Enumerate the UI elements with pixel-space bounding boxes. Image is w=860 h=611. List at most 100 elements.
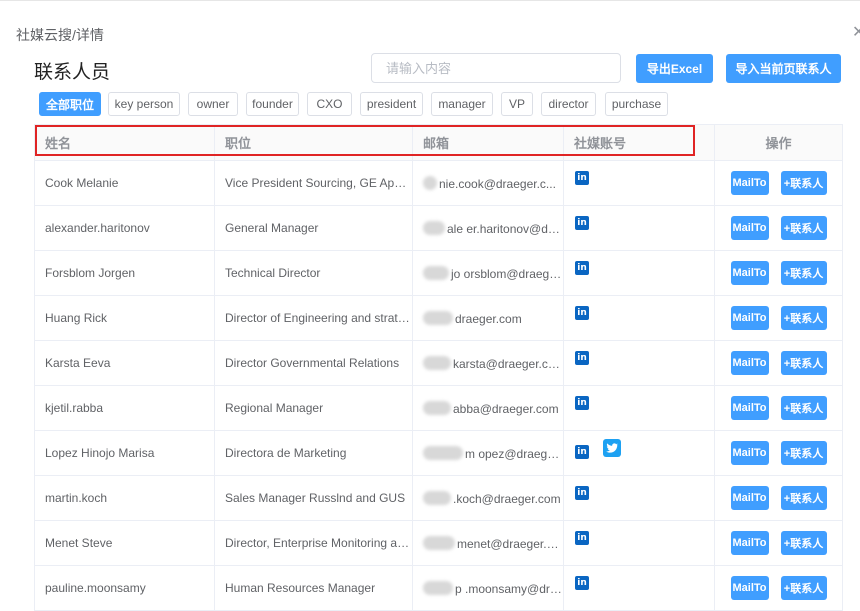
header-name: 姓名 (34, 124, 215, 161)
filter-all-positions[interactable]: 全部职位 (39, 92, 101, 116)
add-contact-button[interactable]: +联系人 (780, 441, 827, 465)
redacted-blur (423, 175, 437, 190)
cell-actions: MailTo +联系人 (714, 565, 843, 611)
add-contact-button[interactable]: +联系人 (780, 306, 827, 330)
table-row: Menet Steve Director, Enterprise Monitori… (34, 520, 843, 566)
mailto-button[interactable]: MailTo (730, 261, 769, 285)
mailto-button[interactable]: MailTo (730, 441, 769, 465)
cell-social: in (563, 160, 715, 206)
filter-cxo[interactable]: CXO (307, 92, 352, 116)
email-text: abba@draeger.com (453, 401, 559, 416)
cell-social: in (563, 430, 715, 476)
cell-name: Huang Rick (34, 295, 215, 341)
filter-owner[interactable]: owner (188, 92, 238, 116)
linkedin-icon[interactable]: in (575, 351, 589, 365)
close-icon[interactable]: ✕ (852, 22, 860, 42)
cell-position: Human Resources Manager (214, 565, 413, 611)
cell-name: Lopez Hinojo Marisa (34, 430, 215, 476)
linkedin-icon[interactable]: in (575, 531, 589, 545)
add-contact-button[interactable]: +联系人 (780, 396, 827, 420)
top-divider (0, 0, 860, 5)
table-row: Karsta Eeva Director Governmental Relatio… (34, 340, 843, 386)
mailto-button[interactable]: MailTo (730, 306, 769, 330)
cell-email: draeger.com (412, 295, 564, 341)
cell-position: Technical Director (214, 250, 413, 296)
filter-president[interactable]: president (360, 92, 423, 116)
table-row: pauline.moonsamy Human Resources Manager p… (34, 565, 843, 611)
redacted-blur (423, 310, 453, 325)
cell-actions: MailTo +联系人 (714, 520, 843, 566)
cell-position: Director Governmental Relations (214, 340, 413, 386)
row-actions: MailTo +联系人 (716, 441, 842, 465)
cell-position: Director of Engineering and strateg... (214, 295, 413, 341)
filter-purchase[interactable]: purchase (605, 92, 668, 116)
redacted-blur (423, 490, 451, 505)
cell-email: nie.cook@draeger.c... (412, 160, 564, 206)
mailto-button[interactable]: MailTo (730, 216, 769, 240)
add-contact-button[interactable]: +联系人 (780, 261, 827, 285)
filter-director[interactable]: director (541, 92, 596, 116)
search-input[interactable] (371, 53, 621, 83)
cell-position: Directora de Marketing (214, 430, 413, 476)
linkedin-icon[interactable]: in (575, 445, 589, 459)
page-title: 联系人员 (34, 62, 111, 83)
add-contact-button[interactable]: +联系人 (780, 486, 827, 510)
email-text: menet@draeger.com (457, 536, 564, 551)
header-actions: 操作 (714, 124, 843, 161)
cell-email: karsta@draeger.com (412, 340, 564, 386)
cell-position: Sales Manager Russlnd and GUS (214, 475, 413, 521)
cell-email: .koch@draeger.com (412, 475, 564, 521)
cell-actions: MailTo +联系人 (714, 295, 843, 341)
mailto-button[interactable]: MailTo (730, 351, 769, 375)
filter-key-person[interactable]: key person (108, 92, 180, 116)
row-actions: MailTo +联系人 (716, 351, 842, 375)
table-row: Forsblom Jorgen Technical Director jo orsb… (34, 250, 843, 296)
filter-founder[interactable]: founder (246, 92, 299, 116)
filter-vp[interactable]: VP (501, 92, 533, 116)
linkedin-icon[interactable]: in (575, 171, 589, 185)
linkedin-icon[interactable]: in (575, 396, 589, 410)
row-actions: MailTo +联系人 (716, 216, 842, 240)
add-contact-button[interactable]: +联系人 (780, 216, 827, 240)
linkedin-icon[interactable]: in (575, 576, 589, 590)
mailto-button[interactable]: MailTo (730, 396, 769, 420)
redacted-blur (423, 445, 463, 460)
filter-manager[interactable]: manager (431, 92, 493, 116)
cell-name: Cook Melanie (34, 160, 215, 206)
cell-actions: MailTo +联系人 (714, 340, 843, 386)
mailto-button[interactable]: MailTo (730, 171, 769, 195)
row-actions: MailTo +联系人 (716, 171, 842, 195)
cell-social: in (563, 340, 715, 386)
redacted-blur (423, 220, 445, 235)
add-contact-button[interactable]: +联系人 (780, 171, 827, 195)
import-contacts-button[interactable]: 导入当前页联系人 (726, 54, 841, 83)
redacted-blur (423, 580, 453, 595)
cell-social: in (563, 295, 715, 341)
twitter-icon[interactable] (603, 439, 621, 457)
cell-position: Director, Enterprise Monitoring and... (214, 520, 413, 566)
add-contact-button[interactable]: +联系人 (780, 351, 827, 375)
cell-actions: MailTo +联系人 (714, 250, 843, 296)
header-email: 邮箱 (412, 124, 564, 161)
mailto-button[interactable]: MailTo (730, 486, 769, 510)
header-position: 职位 (214, 124, 413, 161)
table-row: alexander.haritonov General Manager ale er… (34, 205, 843, 251)
mailto-button[interactable]: MailTo (730, 576, 769, 600)
cell-email: menet@draeger.com (412, 520, 564, 566)
redacted-blur (423, 400, 451, 415)
cell-social: in (563, 385, 715, 431)
cell-name: Forsblom Jorgen (34, 250, 215, 296)
cell-name: pauline.moonsamy (34, 565, 215, 611)
table-row: martin.koch Sales Manager Russlnd and GUS… (34, 475, 843, 521)
row-actions: MailTo +联系人 (716, 306, 842, 330)
email-text: draeger.com (455, 311, 522, 326)
row-actions: MailTo +联系人 (716, 486, 842, 510)
export-excel-button[interactable]: 导出Excel (636, 54, 713, 83)
linkedin-icon[interactable]: in (575, 486, 589, 500)
header-social: 社媒账号 (563, 124, 715, 161)
add-contact-button[interactable]: +联系人 (780, 576, 827, 600)
linkedin-icon[interactable]: in (575, 216, 589, 230)
cell-name: Karsta Eeva (34, 340, 215, 386)
linkedin-icon[interactable]: in (575, 261, 589, 275)
linkedin-icon[interactable]: in (575, 306, 589, 320)
